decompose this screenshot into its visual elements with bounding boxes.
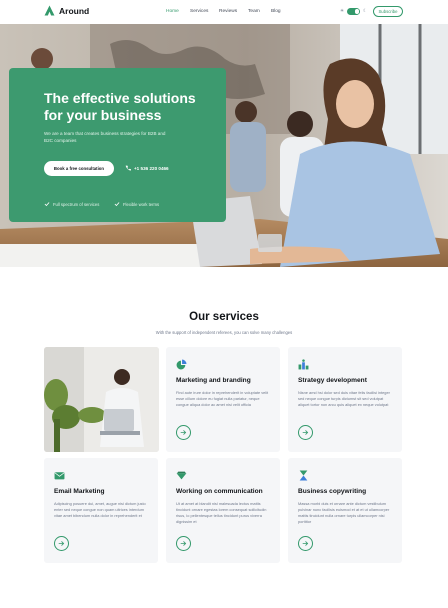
theme-toggle[interactable]	[347, 8, 361, 15]
copywriting-icon	[299, 470, 308, 481]
service-description: Ut at amet at blandit nisl malesuada lec…	[176, 501, 267, 524]
logo-icon	[44, 5, 55, 16]
brand-logo[interactable]: Around	[44, 5, 89, 16]
service-description: Adipiscing posuere dui, amet, augue nisi…	[54, 501, 146, 518]
service-title: Working on communication	[176, 488, 263, 495]
service-card-email[interactable]: Email Marketing Adipiscing posuere dui, …	[44, 458, 158, 563]
arrow-right-icon	[302, 541, 309, 546]
hero-section: The effective solutions for your busines…	[0, 24, 448, 267]
service-description: Find aute irure dolor in reprehenderit i…	[176, 390, 269, 407]
main-nav: Home Services Reviews Team Blog	[166, 9, 287, 14]
nav-home[interactable]: Home	[166, 9, 190, 14]
email-icon	[54, 472, 65, 480]
service-title: Marketing and branding	[176, 377, 251, 384]
theme-switcher: ☀ ☾	[340, 8, 367, 15]
hero-card: The effective solutions for your busines…	[9, 68, 226, 222]
service-arrow-button[interactable]	[298, 536, 313, 551]
chat-icon	[176, 471, 187, 480]
services-subtitle: With the support of independent referees…	[155, 330, 293, 335]
toggle-knob	[354, 9, 360, 14]
nav-reviews[interactable]: Reviews	[219, 9, 248, 14]
hero-description: We are a team that creates business stra…	[44, 131, 166, 143]
nav-services[interactable]: Services	[190, 9, 219, 14]
pie-chart-icon	[176, 359, 187, 370]
subscribe-button[interactable]: Subscribe	[373, 6, 403, 17]
feature-label: Flexible work terms	[123, 201, 160, 207]
strategy-bars-icon	[298, 359, 309, 370]
phone-icon	[125, 165, 131, 171]
site-header: Around Home Services Reviews Team Blog ☀…	[0, 0, 448, 24]
man-with-laptop-image	[44, 347, 159, 452]
hero-feature: Full spectrum of services	[44, 201, 99, 207]
service-card-strategy[interactable]: Strategy development Nisne amd hsi dolor…	[288, 347, 402, 452]
arrow-right-icon	[180, 541, 187, 546]
service-arrow-button[interactable]	[54, 536, 69, 551]
service-title: Strategy development	[298, 377, 367, 384]
phone-number: +1 536 220 0466	[134, 165, 169, 171]
book-consultation-button[interactable]: Book a free consultation	[44, 161, 114, 176]
brand-name: Around	[59, 5, 90, 16]
feature-label: Full spectrum of services	[53, 201, 100, 207]
nav-blog[interactable]: Blog	[271, 9, 287, 14]
service-arrow-button[interactable]	[176, 425, 191, 440]
service-card-copywriting[interactable]: Business copywriting Massa morbi duis et…	[288, 458, 402, 563]
service-card-marketing[interactable]: Marketing and branding Find aute irure d…	[166, 347, 280, 452]
services-title: Our services	[189, 311, 259, 323]
service-arrow-button[interactable]	[176, 536, 191, 551]
arrow-right-icon	[302, 430, 309, 435]
hero-phone-link[interactable]: +1 536 220 0466	[125, 165, 169, 171]
service-description: Massa morbi duis et ornare ante dictum v…	[298, 501, 390, 524]
check-icon	[114, 202, 120, 207]
service-title: Business copywriting	[298, 488, 367, 495]
service-title: Email Marketing	[54, 488, 105, 495]
services-photo	[44, 347, 159, 452]
arrow-right-icon	[180, 430, 187, 435]
nav-team[interactable]: Team	[248, 9, 271, 14]
moon-icon: ☾	[363, 8, 368, 14]
service-arrow-button[interactable]	[298, 425, 313, 440]
service-description: Nisne amd hsi dolor sed duis vitae felis…	[298, 390, 390, 407]
sun-icon: ☀	[340, 8, 345, 14]
check-icon	[44, 202, 50, 207]
service-card-communication[interactable]: Working on communication Ut at amet at b…	[166, 458, 280, 563]
hero-title: The effective solutions for your busines…	[44, 90, 196, 123]
hero-feature: Flexible work terms	[114, 201, 159, 207]
arrow-right-icon	[58, 541, 65, 546]
